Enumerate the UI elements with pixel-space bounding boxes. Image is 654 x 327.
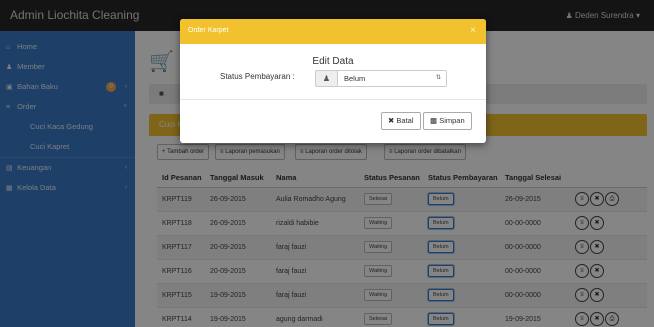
modal-header: Order Karpet × xyxy=(180,19,486,44)
status-pembayaran-label: Status Pembayaran : xyxy=(220,72,295,81)
modal-divider xyxy=(180,99,486,100)
status-pembayaran-select[interactable]: Belum ⇅ xyxy=(337,70,447,87)
select-arrows-icon: ⇅ xyxy=(435,75,441,81)
users-icon: ♟ xyxy=(315,70,337,87)
close-icon: ✖ xyxy=(388,116,395,125)
cancel-button[interactable]: ✖ Batal xyxy=(381,112,421,130)
save-icon: ▩ xyxy=(430,116,438,125)
edit-data-modal: Order Karpet × Edit Data Status Pembayar… xyxy=(180,19,486,143)
modal-subtitle: Edit Data xyxy=(312,56,354,67)
close-icon[interactable]: × xyxy=(470,25,476,36)
save-button[interactable]: ▩ Simpan xyxy=(423,112,472,130)
select-value: Belum xyxy=(344,74,366,83)
modal-title: Order Karpet xyxy=(188,27,229,34)
